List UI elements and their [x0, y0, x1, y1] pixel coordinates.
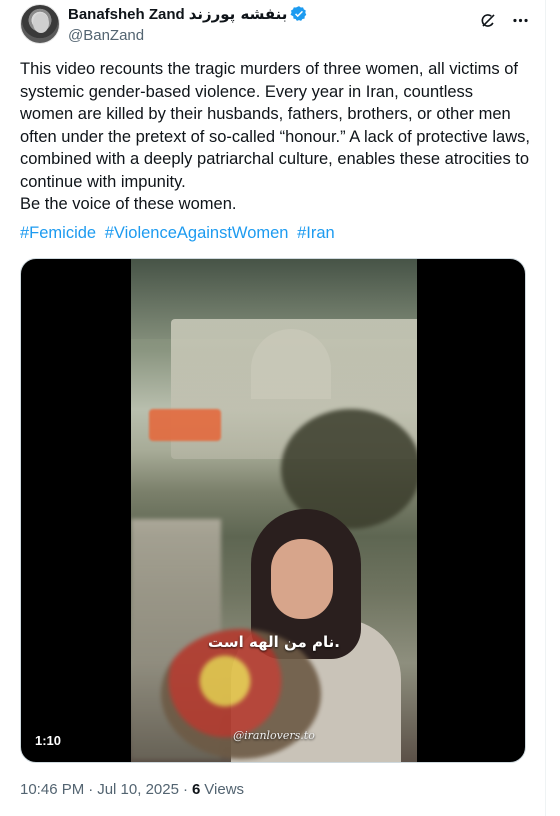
hashtag-femicide[interactable]: #Femicide [20, 224, 96, 242]
hashtag-violence-against-women[interactable]: #ViolenceAgainstWomen [105, 224, 289, 242]
video-scene [149, 409, 221, 441]
video-player[interactable]: نام من الهه است. @iranlovers.to 1:10 [20, 258, 526, 763]
video-watermark: @iranlovers.to [233, 729, 315, 742]
avatar[interactable] [20, 4, 60, 44]
video-scene [271, 539, 333, 619]
more-icon[interactable] [510, 10, 530, 30]
views-count: 6 [191, 781, 201, 798]
tweet-text: This video recounts the tragic murders o… [20, 60, 530, 213]
video-subtitle: نام من الهه است. [208, 633, 340, 651]
display-name-fa[interactable]: بنفشه پورزند [189, 5, 288, 23]
tweet-card: Banafsheh Zand بنفشه پورزند @BanZand Thi… [0, 0, 546, 816]
author-names: Banafsheh Zand بنفشه پورزند @BanZand [68, 4, 308, 44]
hashtags: #Femicide #ViolenceAgainstWomen #Iran [20, 222, 339, 245]
separator: · [182, 781, 188, 798]
author-handle[interactable]: @BanZand [68, 27, 308, 44]
video-scene [251, 329, 331, 399]
verified-badge-icon [290, 5, 308, 23]
hashtag-iran[interactable]: #Iran [297, 224, 335, 242]
header-actions [478, 10, 530, 30]
tweet-date[interactable]: Jul 10, 2025 [97, 781, 179, 798]
tweet-meta: 10:46 PM · Jul 10, 2025 · 6 Views [20, 781, 244, 798]
views-label: Views [204, 781, 245, 798]
tweet-time[interactable]: 10:46 PM [20, 781, 84, 798]
name-row: Banafsheh Zand بنفشه پورزند [68, 4, 308, 24]
card-border [545, 0, 546, 816]
video-duration: 1:10 [35, 733, 62, 748]
separator: · [88, 781, 94, 798]
grok-icon[interactable] [478, 10, 498, 30]
tweet-header: Banafsheh Zand بنفشه پورزند @BanZand [20, 4, 538, 48]
display-name[interactable]: Banafsheh Zand [68, 6, 185, 23]
video-frame[interactable]: نام من الهه است. @iranlovers.to [131, 259, 417, 762]
